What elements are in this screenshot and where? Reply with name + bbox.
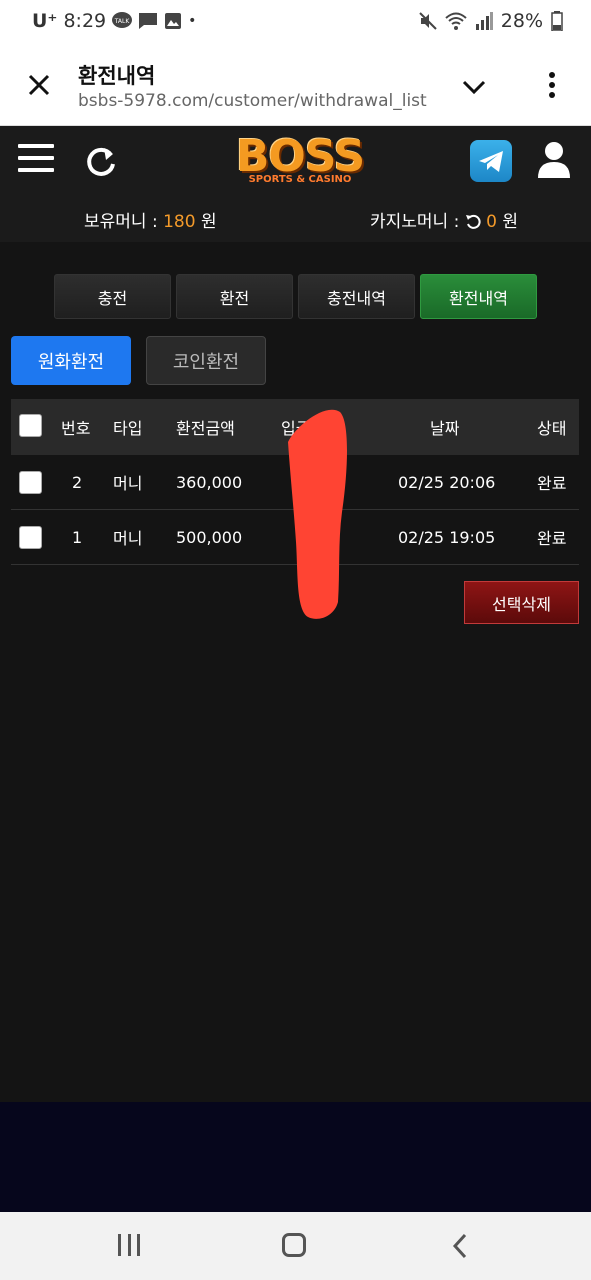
carrier-label: U⁺ [32,10,58,32]
hold-money-value: 180 [163,212,196,232]
svg-text:TALK: TALK [114,18,131,25]
browser-url[interactable]: bsbs-5978.com/customer/withdrawal_list [78,91,427,111]
chevron-down-icon[interactable] [460,74,488,98]
casino-money-label: 카지노머니 : [370,212,465,232]
menu-icon[interactable] [18,144,54,176]
clock: 8:29 [63,10,107,32]
message-icon [139,13,158,29]
back-icon[interactable] [448,1232,472,1260]
casino-money: 카지노머니 : 0 원 [370,207,518,232]
money-bar: 보유머니 : 180 원 카지노머니 : 0 원 [0,198,591,242]
site-header: BOSS SPORTS & CASINO [0,126,591,198]
wifi-icon [445,12,467,30]
recent-apps-icon[interactable] [118,1234,140,1258]
notification-dot: • [188,13,197,29]
home-icon[interactable] [282,1233,306,1257]
telegram-icon[interactable] [470,140,512,182]
casino-money-unit: 원 [496,212,519,232]
hold-money-label: 보유머니 : [84,212,164,232]
browser-toolbar: 환전내역 bsbs-5978.com/customer/withdrawal_l… [0,46,591,126]
kakaotalk-icon: TALK [112,12,133,28]
browser-page-title: 환전내역 [78,64,156,88]
signal-icon [475,12,493,30]
battery-icon [551,11,563,31]
hold-money: 보유머니 : 180 원 [84,207,217,232]
main-content: 충전 환전 충전내역 환전내역 원화환전 코인환전 번호 타입 환전금액 입금자… [0,242,591,1102]
hold-money-unit: 원 [195,212,217,232]
casino-money-value: 0 [486,212,497,232]
refresh-small-icon[interactable] [465,213,481,229]
footer-area [0,1102,591,1212]
refresh-icon[interactable] [84,144,118,178]
status-bar: U⁺ 8:29 TALK • 28% [0,0,591,46]
redaction-mark [288,409,347,619]
more-options-icon[interactable] [540,70,564,100]
user-icon[interactable] [536,140,572,180]
site-logo[interactable]: BOSS SPORTS & CASINO [220,134,380,196]
close-icon[interactable] [24,70,54,100]
battery-percent: 28% [500,10,543,32]
system-nav-bar [0,1212,591,1280]
mute-icon [419,12,437,30]
gallery-icon [165,13,182,29]
